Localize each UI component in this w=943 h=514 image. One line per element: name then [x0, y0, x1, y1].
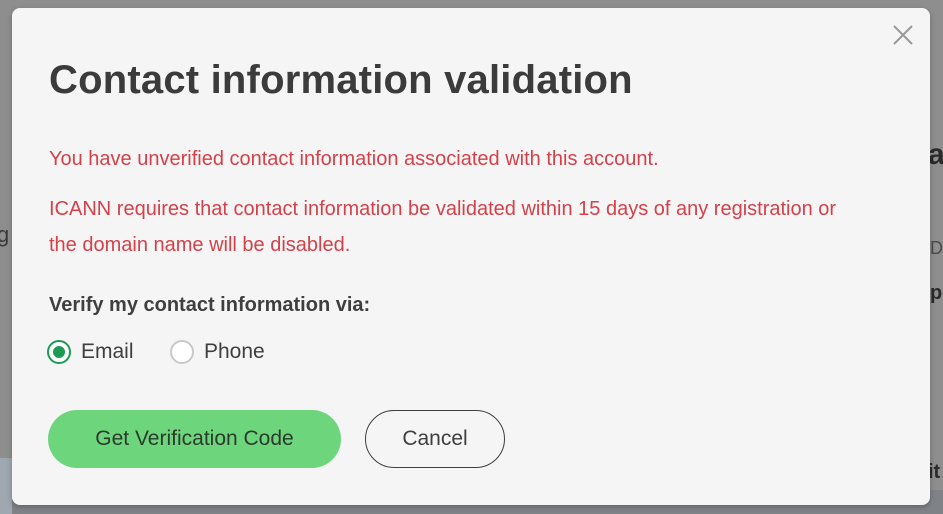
contact-validation-modal: Contact information validation You have …	[12, 8, 930, 505]
cancel-button[interactable]: Cancel	[365, 410, 505, 468]
radio-unchecked-icon[interactable]	[170, 340, 194, 364]
background-text-fragment: a	[928, 138, 943, 171]
get-verification-code-button[interactable]: Get Verification Code	[48, 410, 341, 468]
radio-option-phone[interactable]: Phone	[170, 340, 265, 364]
background-left-block	[0, 458, 12, 514]
radio-option-email[interactable]: Email	[47, 340, 134, 364]
close-x-icon	[893, 25, 913, 45]
modal-title: Contact information validation	[49, 58, 633, 102]
close-button[interactable]	[892, 24, 914, 46]
background-text-fragment: Do	[930, 238, 943, 258]
background-text-fragment: g	[0, 222, 10, 247]
warning-unverified-text: You have unverified contact information …	[49, 148, 659, 170]
radio-label-email: Email	[81, 340, 134, 363]
radio-label-phone: Phone	[204, 340, 265, 363]
warning-icann-text: ICANN requires that contact information …	[49, 198, 837, 256]
verify-method-label: Verify my contact information via:	[49, 294, 371, 316]
radio-checked-icon[interactable]	[47, 340, 71, 364]
background-text-fragment: p	[930, 282, 943, 304]
